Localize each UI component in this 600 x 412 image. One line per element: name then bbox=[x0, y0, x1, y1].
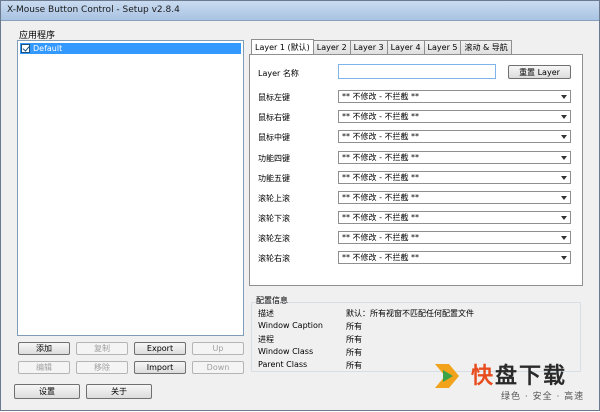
chevron-down-icon bbox=[561, 95, 567, 99]
settings-button[interactable]: 设置 bbox=[14, 384, 80, 399]
right-button-label: 鼠标右键 bbox=[258, 113, 290, 122]
window-caption-key: Window Caption bbox=[258, 321, 323, 330]
chevron-down-icon bbox=[561, 256, 567, 260]
edit-button[interactable]: 编辑 bbox=[18, 361, 70, 374]
tab-layer-2[interactable]: Layer 2 bbox=[312, 40, 351, 54]
right-button-value: ** 不修改 - 不拦截 ** bbox=[342, 112, 420, 121]
chevron-down-icon bbox=[561, 196, 567, 200]
config-info-legend: 配置信息 bbox=[256, 296, 288, 305]
left-button-value: ** 不修改 - 不拦截 ** bbox=[342, 92, 420, 101]
wheel-down-value: ** 不修改 - 不拦截 ** bbox=[342, 213, 420, 222]
parent-class-value: 所有 bbox=[346, 361, 362, 370]
layer-name-input[interactable] bbox=[338, 64, 496, 79]
add-button[interactable]: 添加 bbox=[18, 342, 70, 355]
left-button-label: 鼠标左键 bbox=[258, 93, 290, 102]
chevron-down-icon bbox=[561, 156, 567, 160]
list-item[interactable]: Default bbox=[20, 43, 241, 54]
watermark-brand: 快盘下载 bbox=[471, 358, 567, 390]
up-button[interactable]: Up bbox=[192, 342, 244, 355]
wheel-down-label: 滚轮下滚 bbox=[258, 214, 290, 223]
wheel-right-select[interactable]: ** 不修改 - 不拦截 ** bbox=[338, 251, 571, 264]
layer-tabs: Layer 1 (默认) Layer 2 Layer 3 Layer 4 Lay… bbox=[251, 39, 512, 54]
tab-layer-3[interactable]: Layer 3 bbox=[349, 40, 388, 54]
copy-button[interactable]: 复制 bbox=[76, 342, 128, 355]
export-button[interactable]: Export bbox=[134, 342, 186, 355]
button-4-select[interactable]: ** 不修改 - 不拦截 ** bbox=[338, 151, 571, 164]
wheel-right-value: ** 不修改 - 不拦截 ** bbox=[342, 253, 420, 262]
window-title: X-Mouse Button Control - Setup v2.8.4 bbox=[7, 5, 180, 15]
wheel-left-label: 滚轮左滚 bbox=[258, 234, 290, 243]
description-key: 描述 bbox=[258, 309, 274, 318]
chevron-down-icon bbox=[561, 135, 567, 139]
middle-button-label: 鼠标中键 bbox=[258, 133, 290, 142]
watermark-slogan: 绿色 · 安全 · 高速 bbox=[501, 392, 585, 402]
tab-layer-4[interactable]: Layer 4 bbox=[386, 40, 425, 54]
button-4-value: ** 不修改 - 不拦截 ** bbox=[342, 153, 420, 162]
down-button[interactable]: Down bbox=[192, 361, 244, 374]
tab-scroll-navigation[interactable]: 滚动 & 导航 bbox=[460, 40, 512, 54]
kuaipan-logo-icon bbox=[435, 364, 459, 388]
import-button[interactable]: Import bbox=[134, 361, 186, 374]
wheel-up-select[interactable]: ** 不修改 - 不拦截 ** bbox=[338, 191, 571, 204]
application-list[interactable]: Default bbox=[17, 40, 244, 336]
button-5-select[interactable]: ** 不修改 - 不拦截 ** bbox=[338, 171, 571, 184]
process-value: 所有 bbox=[346, 335, 362, 344]
main-window: X-Mouse Button Control - Setup v2.8.4 应用… bbox=[0, 0, 600, 411]
layer-name-label: Layer 名称 bbox=[258, 69, 299, 78]
middle-button-value: ** 不修改 - 不拦截 ** bbox=[342, 132, 420, 141]
about-button[interactable]: 关于 bbox=[86, 384, 152, 399]
default-checkbox[interactable] bbox=[21, 44, 30, 53]
button-5-value: ** 不修改 - 不拦截 ** bbox=[342, 173, 420, 182]
wheel-up-label: 滚轮上滚 bbox=[258, 194, 290, 203]
right-button-select[interactable]: ** 不修改 - 不拦截 ** bbox=[338, 110, 571, 123]
chevron-down-icon bbox=[561, 216, 567, 220]
parent-class-key: Parent Class bbox=[258, 360, 308, 369]
chevron-down-icon bbox=[561, 115, 567, 119]
wheel-up-value: ** 不修改 - 不拦截 ** bbox=[342, 193, 420, 202]
chevron-down-icon bbox=[561, 236, 567, 240]
title-bar[interactable]: X-Mouse Button Control - Setup v2.8.4 bbox=[1, 1, 599, 21]
window-caption-value: 所有 bbox=[346, 322, 362, 331]
description-value: 默认：所有视窗不匹配任何配置文件 bbox=[346, 309, 474, 318]
app-item-label: Default bbox=[33, 44, 63, 53]
tab-layer-1[interactable]: Layer 1 (默认) bbox=[251, 39, 314, 54]
watermark-brand-rest: 盘下载 bbox=[495, 364, 568, 389]
site-watermark: 快盘下载 绿色 · 安全 · 高速 bbox=[429, 356, 600, 412]
middle-button-select[interactable]: ** 不修改 - 不拦截 ** bbox=[338, 130, 571, 143]
window-class-value: 所有 bbox=[346, 348, 362, 357]
button-5-label: 功能五键 bbox=[258, 174, 290, 183]
watermark-brand-first: 快 bbox=[471, 364, 496, 389]
wheel-down-select[interactable]: ** 不修改 - 不拦截 ** bbox=[338, 211, 571, 224]
process-key: 进程 bbox=[258, 335, 274, 344]
button-4-label: 功能四键 bbox=[258, 154, 290, 163]
remove-button[interactable]: 移除 bbox=[76, 361, 128, 374]
layer-panel: Layer 名称 重置 Layer 鼠标左键 ** 不修改 - 不拦截 ** 鼠… bbox=[249, 54, 583, 286]
wheel-left-value: ** 不修改 - 不拦截 ** bbox=[342, 233, 420, 242]
tab-layer-5[interactable]: Layer 5 bbox=[423, 40, 462, 54]
wheel-right-label: 滚轮右滚 bbox=[258, 254, 290, 263]
reset-layer-button[interactable]: 重置 Layer bbox=[508, 65, 571, 79]
window-class-key: Window Class bbox=[258, 347, 314, 356]
wheel-left-select[interactable]: ** 不修改 - 不拦截 ** bbox=[338, 231, 571, 244]
left-button-select[interactable]: ** 不修改 - 不拦截 ** bbox=[338, 90, 571, 103]
chevron-down-icon bbox=[561, 176, 567, 180]
